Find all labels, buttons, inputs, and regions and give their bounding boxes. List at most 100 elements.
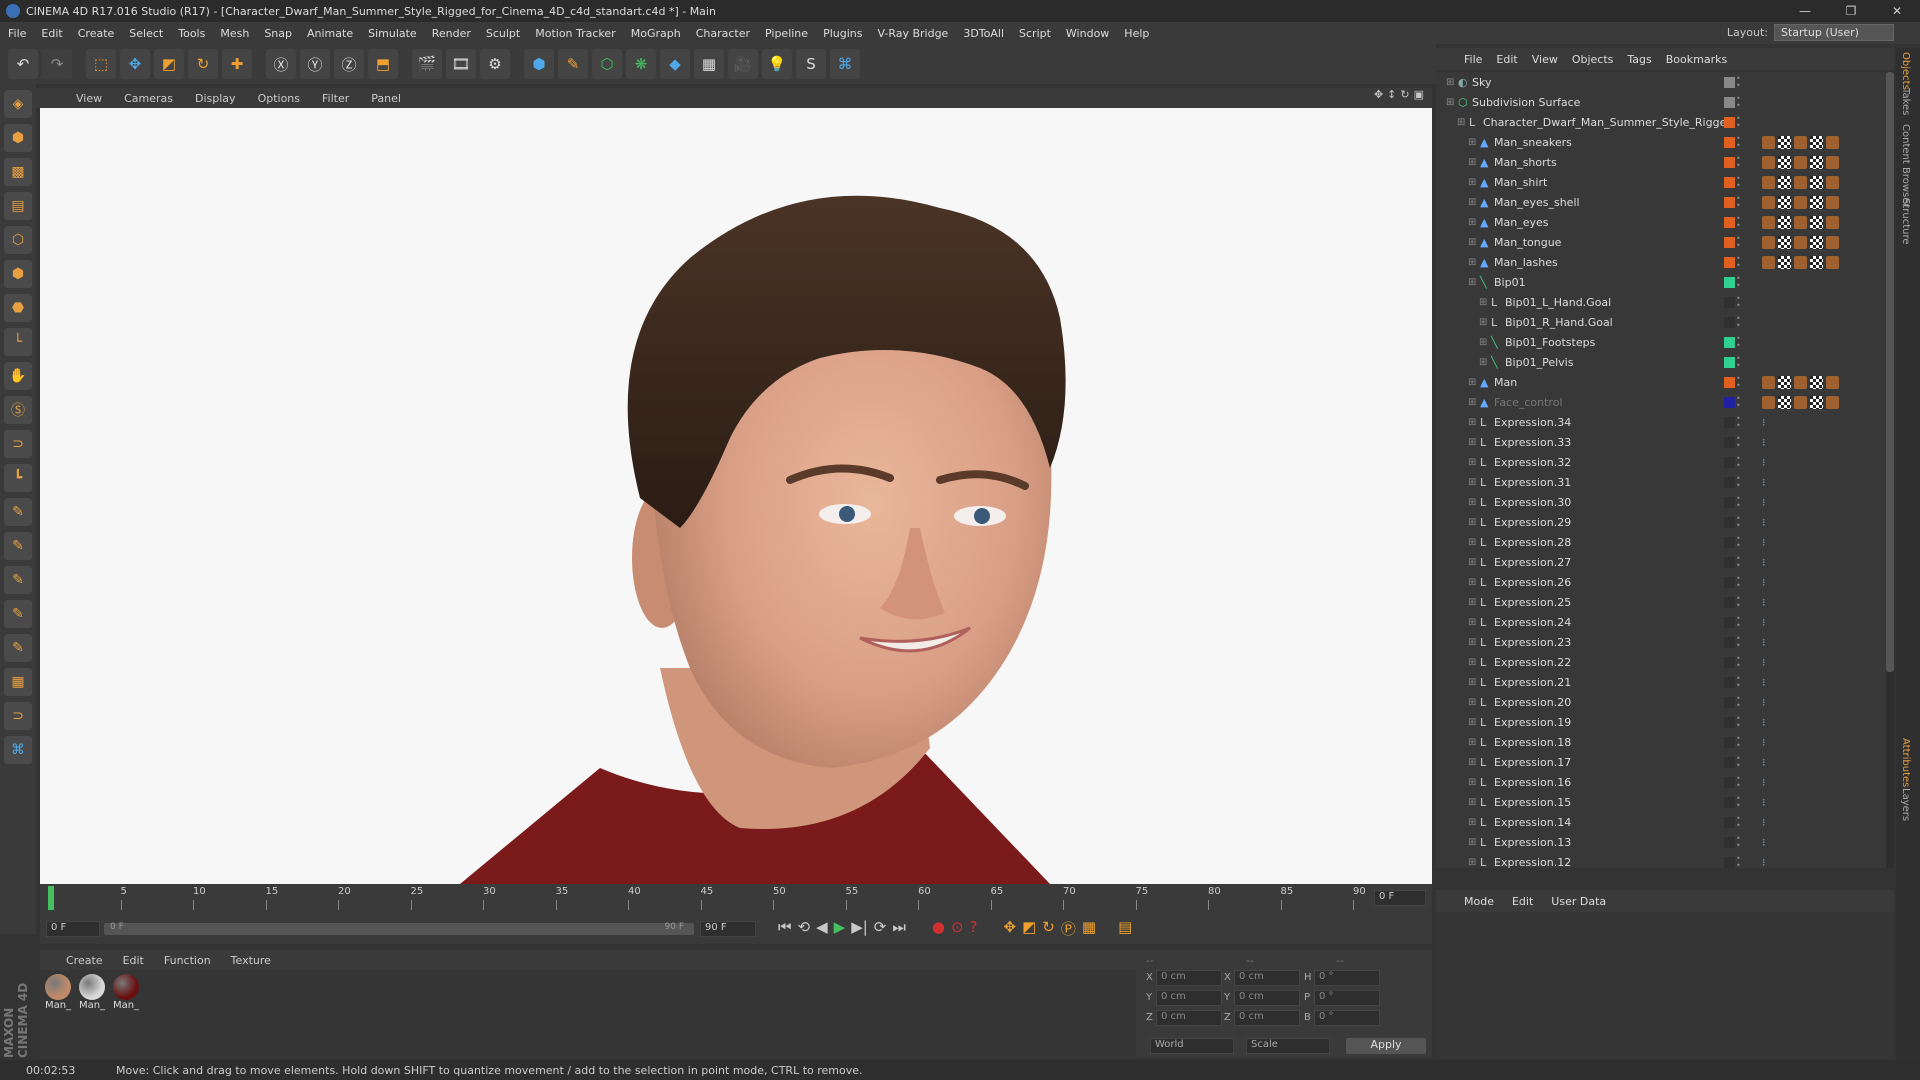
menu-item-file[interactable]: File bbox=[8, 27, 26, 40]
visibility-dots-icon[interactable]: • • bbox=[1736, 715, 1744, 730]
viewport-menu-display[interactable]: Display bbox=[195, 92, 236, 105]
material-tag-icon[interactable] bbox=[1826, 375, 1839, 389]
material-tag-icon[interactable] bbox=[1810, 175, 1823, 189]
pan-icon[interactable]: ✥ bbox=[1374, 88, 1383, 101]
expand-toggle-icon[interactable]: ⊞ bbox=[1468, 657, 1476, 668]
right-tab-structure[interactable]: Structure bbox=[1900, 198, 1911, 245]
floor-icon[interactable]: ▦ bbox=[694, 49, 724, 79]
attributes-menu-user-data[interactable]: User Data bbox=[1551, 895, 1606, 908]
object-row[interactable]: ⊞ ╲ Bip01_Pelvis • • bbox=[1436, 352, 1890, 372]
material-tag-icon[interactable] bbox=[1826, 195, 1839, 209]
visibility-dots-icon[interactable]: • • bbox=[1736, 275, 1744, 290]
material-tag-icon[interactable] bbox=[1778, 255, 1791, 269]
visibility-dots-icon[interactable]: • • bbox=[1736, 135, 1744, 150]
material-tag-icon[interactable] bbox=[1794, 175, 1807, 189]
material-tag-icon[interactable] bbox=[1810, 215, 1823, 229]
key-position-icon[interactable]: ✥ bbox=[1004, 918, 1017, 939]
next-key-icon[interactable]: ⟳ bbox=[874, 918, 887, 939]
visibility-dots-icon[interactable]: • • bbox=[1736, 635, 1744, 650]
material-swatch[interactable]: Man_ bbox=[78, 974, 106, 1011]
attributes-menu-edit[interactable]: Edit bbox=[1512, 895, 1533, 908]
range-slider[interactable]: 0 F 90 F bbox=[104, 922, 694, 935]
visibility-dots-icon[interactable]: • • bbox=[1736, 175, 1744, 190]
layer-color-swatch[interactable] bbox=[1724, 216, 1735, 228]
python-icon[interactable]: ⌘ bbox=[830, 49, 860, 79]
visibility-dots-icon[interactable]: • • bbox=[1736, 475, 1744, 490]
layer-color-swatch[interactable] bbox=[1724, 496, 1735, 508]
visibility-dots-icon[interactable]: • • bbox=[1736, 735, 1744, 750]
expand-toggle-icon[interactable]: ⊞ bbox=[1468, 757, 1476, 768]
close-button[interactable]: ✕ bbox=[1874, 4, 1920, 18]
visibility-dots-icon[interactable]: • • bbox=[1736, 795, 1744, 810]
visibility-dots-icon[interactable]: • • bbox=[1736, 155, 1744, 170]
material-tag-icon[interactable] bbox=[1810, 395, 1823, 409]
material-tag-icon[interactable] bbox=[1778, 135, 1791, 149]
layout-select[interactable]: Startup (User) bbox=[1774, 24, 1894, 41]
object-row[interactable]: ⊞ L Expression.23 • • ⁝ bbox=[1436, 632, 1890, 652]
visibility-dots-icon[interactable]: • • bbox=[1736, 835, 1744, 850]
sculpt-icon[interactable]: ✎ bbox=[4, 532, 32, 560]
object-row[interactable]: ⊞ L Expression.34 • • ⁝ bbox=[1436, 412, 1890, 432]
object-row[interactable]: ⊞ ⬡ Subdivision Surface • • bbox=[1436, 92, 1890, 112]
layer-color-swatch[interactable] bbox=[1724, 316, 1735, 328]
expand-toggle-icon[interactable]: ⊞ bbox=[1446, 77, 1454, 88]
camera-icon[interactable]: 🎥 bbox=[728, 49, 758, 79]
object-row[interactable]: ⊞ ▲ Man_shirt • • bbox=[1436, 172, 1890, 192]
coord-field[interactable]: 0 ° bbox=[1314, 1010, 1380, 1026]
material-tag-icon[interactable] bbox=[1794, 135, 1807, 149]
material-menu-function[interactable]: Function bbox=[164, 954, 211, 967]
material-tag-icon[interactable] bbox=[1826, 215, 1839, 229]
coord-field[interactable]: 0 cm bbox=[1156, 970, 1222, 986]
visibility-dots-icon[interactable]: • • bbox=[1736, 215, 1744, 230]
minimize-button[interactable]: — bbox=[1782, 4, 1828, 18]
layer-color-swatch[interactable] bbox=[1724, 156, 1735, 168]
viewport-menu-filter[interactable]: Filter bbox=[322, 92, 349, 105]
viewport-menu-panel[interactable]: Panel bbox=[371, 92, 401, 105]
material-tag-icon[interactable] bbox=[1778, 375, 1791, 389]
object-row[interactable]: ⊞ L Expression.26 • • ⁝ bbox=[1436, 572, 1890, 592]
visibility-dots-icon[interactable]: • • bbox=[1736, 435, 1744, 450]
expand-toggle-icon[interactable]: ⊞ bbox=[1468, 157, 1476, 168]
orbit-icon[interactable]: ↻ bbox=[1400, 88, 1409, 101]
menu-item-snap[interactable]: Snap bbox=[264, 27, 292, 40]
object-row[interactable]: ⊞ L Expression.19 • • ⁝ bbox=[1436, 712, 1890, 732]
material-tag-icon[interactable] bbox=[1826, 395, 1839, 409]
material-tag-icon[interactable]: ⁝ bbox=[1762, 856, 1775, 869]
object-row[interactable]: ⊞ L Expression.33 • • ⁝ bbox=[1436, 432, 1890, 452]
visibility-dots-icon[interactable]: • • bbox=[1736, 815, 1744, 830]
material-tag-icon[interactable] bbox=[1778, 195, 1791, 209]
material-tag-icon[interactable] bbox=[1762, 395, 1775, 409]
layer-color-swatch[interactable] bbox=[1724, 376, 1735, 388]
layer-color-swatch[interactable] bbox=[1724, 836, 1735, 848]
object-row[interactable]: ⊞ L Expression.18 • • ⁝ bbox=[1436, 732, 1890, 752]
viewport-menu-view[interactable]: View bbox=[76, 92, 102, 105]
coordinate-system-icon[interactable]: ⬒ bbox=[368, 49, 398, 79]
expand-toggle-icon[interactable]: ⊞ bbox=[1468, 177, 1476, 188]
visibility-dots-icon[interactable]: • • bbox=[1736, 95, 1744, 110]
right-tab-attributes[interactable]: Attributes bbox=[1900, 738, 1911, 787]
object-row[interactable]: ⊞ L Expression.31 • • ⁝ bbox=[1436, 472, 1890, 492]
material-tag-icon[interactable]: ⁝ bbox=[1762, 836, 1775, 849]
sketch-icon[interactable]: S bbox=[796, 49, 826, 79]
expand-toggle-icon[interactable]: ⊞ bbox=[1468, 797, 1476, 808]
object-menu-tags[interactable]: Tags bbox=[1627, 53, 1651, 66]
move-icon[interactable]: ✥ bbox=[120, 49, 150, 79]
expand-toggle-icon[interactable]: ⊞ bbox=[1468, 197, 1476, 208]
layer-color-swatch[interactable] bbox=[1724, 476, 1735, 488]
object-row[interactable]: ⊞ L Expression.20 • • ⁝ bbox=[1436, 692, 1890, 712]
material-tag-icon[interactable]: ⁝ bbox=[1762, 516, 1775, 529]
material-tag-icon[interactable]: ⁝ bbox=[1762, 756, 1775, 769]
material-tag-icon[interactable]: ⁝ bbox=[1762, 796, 1775, 809]
visibility-dots-icon[interactable]: • • bbox=[1736, 595, 1744, 610]
paint-icon[interactable]: ✎ bbox=[4, 566, 32, 594]
material-tag-icon[interactable] bbox=[1778, 155, 1791, 169]
material-tag-icon[interactable] bbox=[1762, 255, 1775, 269]
object-row[interactable]: ⊞ L Expression.32 • • ⁝ bbox=[1436, 452, 1890, 472]
object-row[interactable]: ⊞ L Expression.21 • • ⁝ bbox=[1436, 672, 1890, 692]
apply-button[interactable]: Apply bbox=[1346, 1038, 1426, 1054]
expand-toggle-icon[interactable]: ⊞ bbox=[1468, 677, 1476, 688]
material-tag-icon[interactable] bbox=[1762, 235, 1775, 249]
material-tag-icon[interactable]: ⁝ bbox=[1762, 456, 1775, 469]
make-editable-icon[interactable]: ◈ bbox=[4, 90, 32, 118]
visibility-dots-icon[interactable]: • • bbox=[1736, 255, 1744, 270]
